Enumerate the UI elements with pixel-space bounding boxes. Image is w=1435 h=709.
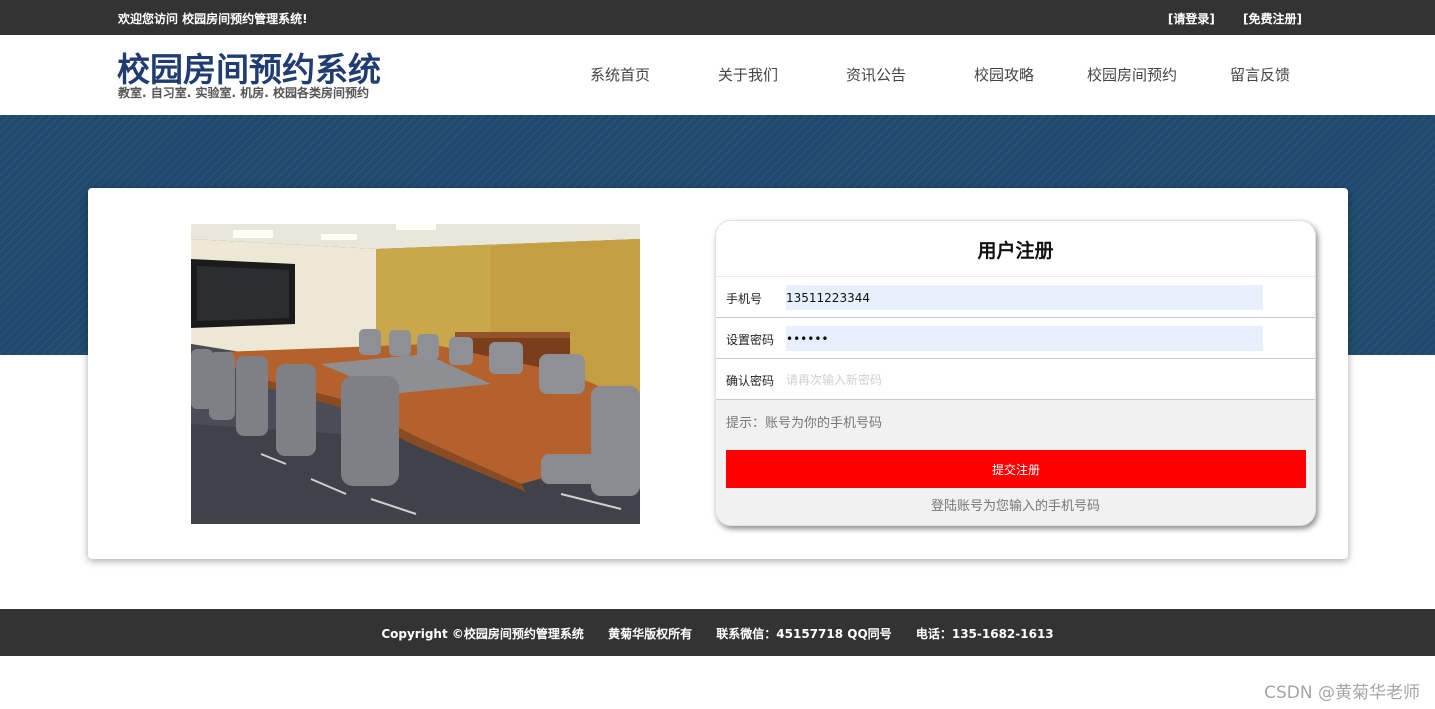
- site-subtitle: 教室. 自习室. 实验室. 机房. 校园各类房间预约: [118, 86, 369, 100]
- top-bar: 欢迎您访问 校园房间预约管理系统! [请登录] [免费注册]: [0, 0, 1435, 35]
- nav-feedback[interactable]: 留言反馈: [1196, 64, 1324, 85]
- nav-booking[interactable]: 校园房间预约: [1068, 64, 1196, 85]
- register-title: 用户注册: [716, 221, 1315, 277]
- submit-register-button[interactable]: 提交注册: [726, 450, 1306, 488]
- account-hint: 提示：账号为你的手机号码: [726, 416, 883, 431]
- confirm-password-input[interactable]: [786, 367, 1263, 392]
- top-links: [请登录] [免费注册]: [1144, 10, 1302, 27]
- register-link[interactable]: [免费注册]: [1243, 12, 1302, 26]
- footer-text: Copyright ©校园房间预约管理系统 黄菊华版权所有 联系微信：45157…: [0, 625, 1435, 642]
- nav-guide[interactable]: 校园攻略: [940, 64, 1068, 85]
- site-footer: Copyright ©校园房间预约管理系统 黄菊华版权所有 联系微信：45157…: [0, 609, 1435, 656]
- register-form: 用户注册 手机号 设置密码 确认密码 提示：账号为你的手机号码 提交注册 登陆账…: [715, 220, 1316, 526]
- confirm-password-label: 确认密码: [726, 374, 775, 388]
- phone-input[interactable]: [786, 285, 1263, 310]
- footer-rights: 黄菊华版权所有: [608, 627, 693, 641]
- main-nav: 系统首页 关于我们 资讯公告 校园攻略 校园房间预约 留言反馈: [556, 64, 1324, 85]
- footer-wechat: 联系微信：45157718 QQ同号: [716, 627, 892, 641]
- csdn-watermark: CSDN @黄菊华老师: [1264, 683, 1420, 703]
- nav-about[interactable]: 关于我们: [684, 64, 812, 85]
- site-header: 校园房间预约系统 教室. 自习室. 实验室. 机房. 校园各类房间预约 系统首页…: [0, 35, 1435, 115]
- welcome-text: 欢迎您访问 校园房间预约管理系统!: [118, 12, 308, 26]
- nav-news[interactable]: 资讯公告: [812, 64, 940, 85]
- confirm-password-row: 确认密码: [716, 359, 1315, 400]
- login-link[interactable]: [请登录]: [1168, 12, 1215, 26]
- register-card: 用户注册 手机号 设置密码 确认密码 提示：账号为你的手机号码 提交注册 登陆账…: [88, 188, 1348, 559]
- footer-phone: 电话：135-1682-1613: [915, 627, 1054, 641]
- footer-copyright: Copyright ©校园房间预约管理系统: [381, 627, 584, 641]
- nav-home[interactable]: 系统首页: [556, 64, 684, 85]
- password-row: 设置密码: [716, 318, 1315, 359]
- password-input[interactable]: [786, 326, 1263, 351]
- conference-room-image: [191, 224, 640, 524]
- password-label: 设置密码: [726, 333, 775, 347]
- phone-row: 手机号: [716, 277, 1315, 318]
- login-note: 登陆账号为您输入的手机号码: [930, 499, 1100, 514]
- phone-label: 手机号: [726, 292, 763, 306]
